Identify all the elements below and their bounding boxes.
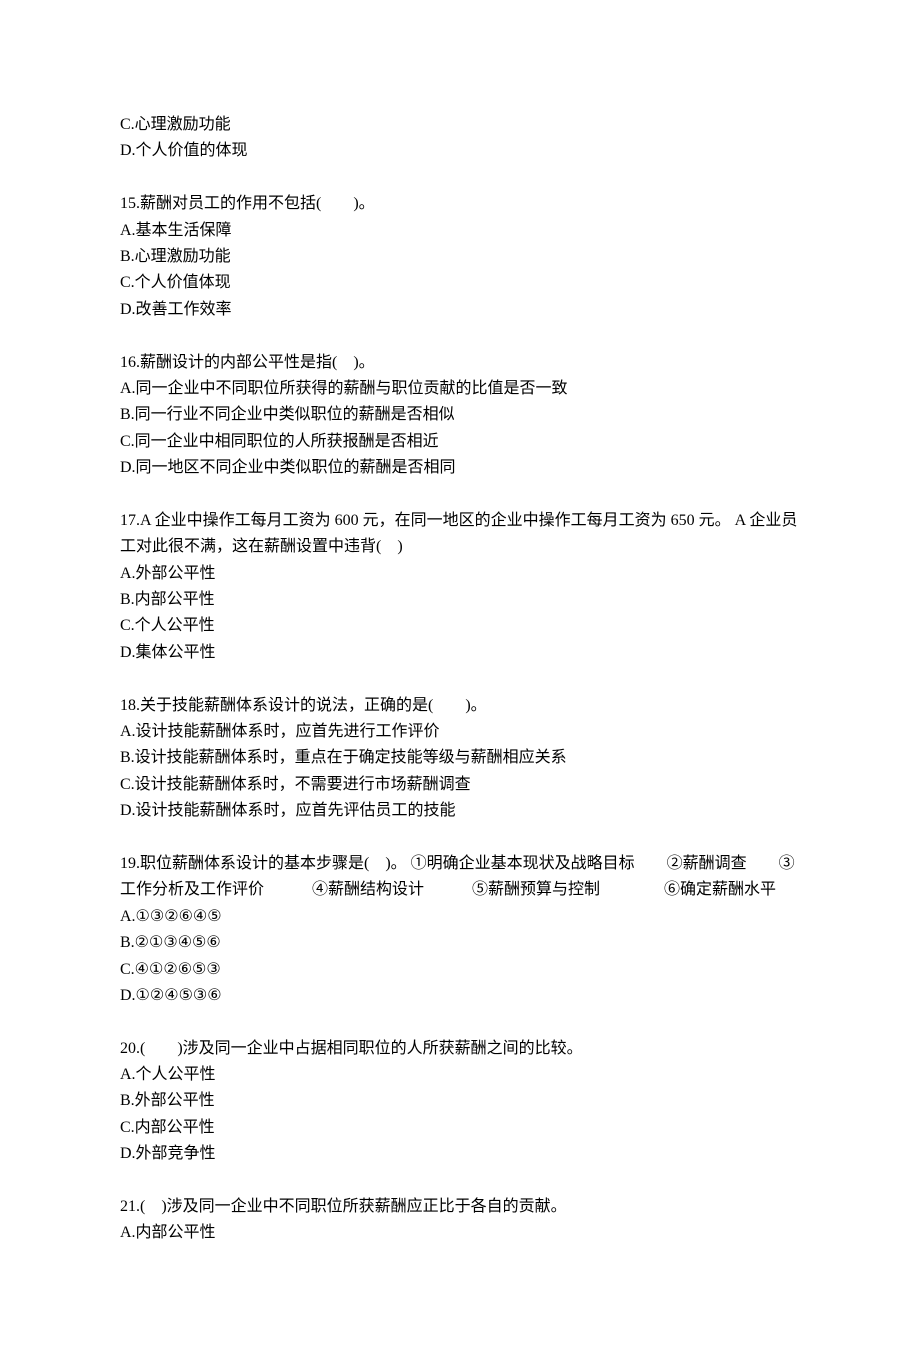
spacer xyxy=(120,165,800,191)
q18-option-a: A.设计技能薪酬体系时，应首先进行工作评价 xyxy=(120,719,800,745)
spacer xyxy=(120,481,800,507)
q18-stem: 18.关于技能薪酬体系设计的说法，正确的是( )。 xyxy=(120,693,800,719)
q15-option-b: B.心理激励功能 xyxy=(120,244,800,270)
q19-option-a: A.①③②⑥④⑤ xyxy=(120,904,800,930)
q20-option-b: B.外部公平性 xyxy=(120,1088,800,1114)
q18-option-b: B.设计技能薪酬体系时，重点在于确定技能等级与薪酬相应关系 xyxy=(120,745,800,771)
spacer xyxy=(120,825,800,851)
q16-stem: 16.薪酬设计的内部公平性是指( )。 xyxy=(120,350,800,376)
q16-option-d: D.同一地区不同企业中类似职位的薪酬是否相同 xyxy=(120,455,800,481)
q15-option-d: D.改善工作效率 xyxy=(120,297,800,323)
q21-option-a: A.内部公平性 xyxy=(120,1220,800,1246)
q19-option-c: C.④①②⑥⑤③ xyxy=(120,957,800,983)
q19-option-d: D.①②④⑤③⑥ xyxy=(120,983,800,1009)
q17-option-c: C.个人公平性 xyxy=(120,613,800,639)
q18-option-c: C.设计技能薪酬体系时，不需要进行市场薪酬调查 xyxy=(120,772,800,798)
orphan-option-d: D.个人价值的体现 xyxy=(120,138,800,164)
page: C.心理激励功能 D.个人价值的体现 15.薪酬对员工的作用不包括( )。 A.… xyxy=(0,0,920,1347)
q17-stem: 17.A 企业中操作工每月工资为 600 元，在同一地区的企业中操作工每月工资为… xyxy=(120,508,800,561)
q16-option-a: A.同一企业中不同职位所获得的薪酬与职位贡献的比值是否一致 xyxy=(120,376,800,402)
q15-stem: 15.薪酬对员工的作用不包括( )。 xyxy=(120,191,800,217)
q20-option-a: A.个人公平性 xyxy=(120,1062,800,1088)
q20-option-d: D.外部竞争性 xyxy=(120,1141,800,1167)
q15-option-a: A.基本生活保障 xyxy=(120,218,800,244)
orphan-option-c: C.心理激励功能 xyxy=(120,112,800,138)
q19-stem: 19.职位薪酬体系设计的基本步骤是( )。 ①明确企业基本现状及战略目标 ②薪酬… xyxy=(120,851,800,904)
q15-option-c: C.个人价值体现 xyxy=(120,270,800,296)
spacer xyxy=(120,323,800,349)
spacer xyxy=(120,1009,800,1035)
q20-option-c: C.内部公平性 xyxy=(120,1115,800,1141)
q18-option-d: D.设计技能薪酬体系时，应首先评估员工的技能 xyxy=(120,798,800,824)
q17-option-b: B.内部公平性 xyxy=(120,587,800,613)
spacer xyxy=(120,1168,800,1194)
spacer xyxy=(120,666,800,692)
q16-option-c: C.同一企业中相同职位的人所获报酬是否相近 xyxy=(120,429,800,455)
q20-stem: 20.( )涉及同一企业中占据相同职位的人所获薪酬之间的比较。 xyxy=(120,1036,800,1062)
q17-option-d: D.集体公平性 xyxy=(120,640,800,666)
q16-option-b: B.同一行业不同企业中类似职位的薪酬是否相似 xyxy=(120,402,800,428)
q19-option-b: B.②①③④⑤⑥ xyxy=(120,930,800,956)
q17-option-a: A.外部公平性 xyxy=(120,561,800,587)
q21-stem: 21.( )涉及同一企业中不同职位所获薪酬应正比于各自的贡献。 xyxy=(120,1194,800,1220)
